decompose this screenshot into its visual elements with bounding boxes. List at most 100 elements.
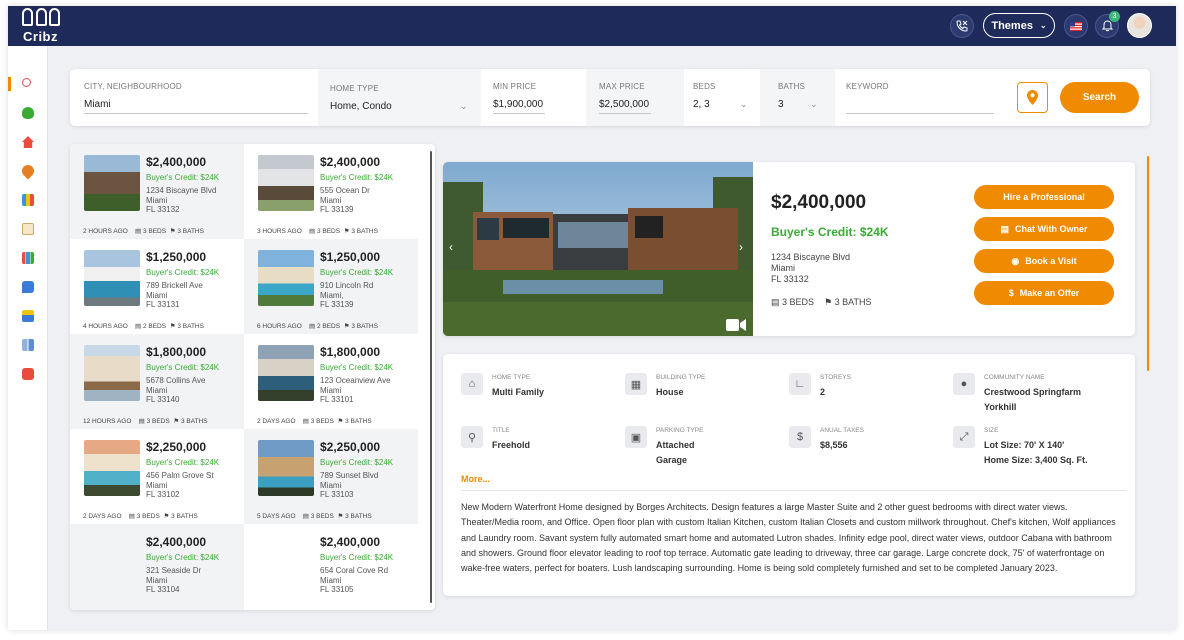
chevron-down-icon: ⌄	[1039, 21, 1047, 30]
app-window: Cribz Themes ⌄ 3 CITY, NEIGHBOURHOOD Mia…	[8, 6, 1176, 630]
listing-photo	[84, 440, 140, 496]
home-size: Home Size: 3,400 Sq. Ft.	[984, 454, 1088, 465]
feature-storeys: ∟ STOREYS 2	[789, 373, 939, 413]
baths-select[interactable]: BATHS 3 ⌄	[760, 69, 835, 126]
chat-icon[interactable]	[22, 281, 34, 293]
listing-beds: 3 BEDS	[310, 513, 334, 520]
wallet-icon[interactable]	[22, 310, 34, 322]
max-price-input[interactable]: $2,500,000	[599, 99, 649, 110]
avatar[interactable]	[1127, 13, 1152, 38]
hire-professional-button[interactable]: Hire a Professional	[974, 185, 1114, 209]
listing-card[interactable]: $2,250,000 Buyer's Credit: $24K 789 Suns…	[244, 429, 418, 524]
money-bag-icon[interactable]	[22, 107, 34, 119]
themes-dropdown[interactable]: Themes ⌄	[983, 13, 1055, 38]
listing-grid: $2,400,000 Buyer's Credit: $24K 1234 Bis…	[70, 144, 435, 610]
listing-beds: 3 BEDS	[310, 418, 334, 425]
feature-label: COMMUNITY NAME	[984, 374, 1045, 381]
listing-card[interactable]: $1,250,000 Buyer's Credit: $24K 789 Bric…	[70, 239, 244, 334]
listing-photo	[84, 155, 140, 211]
feature-label: TITLE	[492, 427, 510, 434]
detail-scrollbar[interactable]	[1147, 156, 1149, 371]
divider	[461, 490, 1127, 491]
logo-icon	[22, 8, 60, 28]
max-price-field[interactable]: MAX PRICE $2,500,000	[586, 69, 684, 126]
listing-card[interactable]: $1,250,000 Buyer's Credit: $24K 910 Linc…	[244, 239, 418, 334]
property-meta: ▤ 3 BEDS ⚑ 3 BATHS	[771, 297, 872, 308]
listing-beds: 3 BEDS	[136, 513, 160, 520]
home-icon[interactable]	[22, 136, 34, 148]
city-field[interactable]: CITY, NEIGHBOURHOOD Miami	[70, 69, 318, 126]
feature-label: SIZE	[984, 427, 999, 434]
city-input[interactable]: Miami	[84, 99, 111, 110]
car-icon: ▣	[625, 426, 647, 448]
listing-card[interactable]: $2,250,000 Buyer's Credit: $24K 456 Palm…	[70, 429, 244, 524]
listing-card[interactable]: $1,800,000 Buyer's Credit: $24K 5678 Col…	[70, 334, 244, 429]
listing-address: 5678 Collins Ave Miami FL 33140	[146, 376, 205, 405]
video-icon[interactable]	[22, 368, 34, 380]
listing-meta: 6 HOURS AGO ▤ 2 BEDS ⚑ 3 BATHS	[257, 323, 378, 330]
listing-baths: 3 BATHS	[171, 513, 198, 520]
phone-icon[interactable]	[950, 14, 974, 38]
listing-card[interactable]: $1,800,000 Buyer's Credit: $24K 123 Ocea…	[244, 334, 418, 429]
building-icon[interactable]	[22, 339, 34, 351]
property-photo[interactable]: ‹ ›	[443, 162, 753, 336]
listing-scrollbar[interactable]	[430, 151, 432, 603]
make-offer-button[interactable]: $ Make an Offer	[974, 281, 1114, 305]
listing-address: 789 Brickell Ave Miami FL 33131	[146, 281, 203, 310]
video-camera-icon[interactable]	[726, 318, 746, 331]
listing-card[interactable]: $2,400,000 Buyer's Credit: $24K 654 Cora…	[244, 524, 418, 610]
map-pin-button[interactable]	[1017, 82, 1048, 113]
chat-owner-button[interactable]: ▤ Chat With Owner	[974, 217, 1114, 241]
feature-parking: ▣ PARKING TYPE Attached Garage	[625, 426, 775, 466]
min-price-field[interactable]: MIN PRICE $1,900,000	[481, 69, 586, 126]
book-visit-button[interactable]: ◉ Book a Visit	[974, 249, 1114, 273]
address-line: FL 33101	[320, 395, 354, 404]
property-summary: ‹ › $2,400,000 Buyer's Credit: $24K 1234…	[443, 162, 1135, 336]
beds-select[interactable]: BEDS 2, 3 ⌄	[684, 69, 760, 126]
address-line: Miami	[146, 385, 168, 395]
feature-value: Lot Size: 70' X 140' Home Size: 3,400 Sq…	[984, 438, 1124, 467]
search-button[interactable]: Search	[1060, 82, 1139, 113]
chevron-right-icon[interactable]: ›	[739, 240, 743, 254]
address-line: 123 Oceanview Ave	[320, 376, 391, 385]
chevron-left-icon[interactable]: ‹	[449, 240, 453, 254]
keyword-label: KEYWORD	[846, 82, 889, 91]
feature-label: STOREYS	[820, 374, 851, 381]
dollar-icon: $	[1008, 288, 1014, 298]
more-link[interactable]: More...	[461, 474, 490, 484]
flag-icon[interactable]	[1064, 14, 1088, 38]
address-line: FL 33132	[146, 205, 180, 214]
min-price-input[interactable]: $1,900,000	[493, 99, 543, 110]
address-line: FL 33103	[320, 490, 354, 499]
feature-value: House	[656, 387, 684, 397]
listing-credit: Buyer's Credit: $24K	[146, 363, 220, 372]
feature-value: Freehold	[492, 440, 531, 450]
home-type-select[interactable]: HOME TYPE Home, Condo ⌄	[318, 69, 481, 126]
address-line: 555 Ocean Dr	[320, 186, 370, 195]
chat-icon: ▤	[1000, 223, 1010, 234]
listing-credit: Buyer's Credit: $24K	[146, 173, 220, 182]
listing-card[interactable]: $2,400,000 Buyer's Credit: $24K 555 Ocea…	[244, 144, 418, 239]
chart-icon[interactable]	[22, 252, 34, 264]
listing-photo	[258, 440, 314, 496]
calculator-icon[interactable]	[22, 194, 34, 206]
search-bar: CITY, NEIGHBOURHOOD Miami HOME TYPE Home…	[70, 69, 1150, 126]
listing-card[interactable]: $2,400,000 Buyer's Credit: $24K 321 Seas…	[70, 524, 244, 610]
listing-card[interactable]: $2,400,000 Buyer's Credit: $24K 1234 Bis…	[70, 144, 244, 239]
listing-time: 2 HOURS AGO	[83, 228, 128, 235]
location-icon[interactable]	[19, 162, 37, 180]
listing-price: $1,250,000	[320, 250, 381, 264]
baths-value: 3	[778, 99, 784, 110]
logo[interactable]: Cribz	[22, 8, 62, 44]
document-icon[interactable]	[22, 223, 34, 235]
address-line: Miami	[320, 480, 342, 490]
address-line: 910 Lincoln Rd	[320, 281, 374, 290]
home-icon: ⌂	[461, 373, 483, 395]
listing-time: 4 HOURS AGO	[83, 323, 128, 330]
feature-label: HOME TYPE	[492, 374, 531, 381]
listing-credit: Buyer's Credit: $24K	[146, 458, 220, 467]
listing-time: 5 DAYS AGO	[257, 513, 296, 520]
keyword-field[interactable]: KEYWORD	[835, 69, 1005, 126]
listing-time: 3 HOURS AGO	[257, 228, 302, 235]
search-icon[interactable]	[22, 78, 31, 87]
